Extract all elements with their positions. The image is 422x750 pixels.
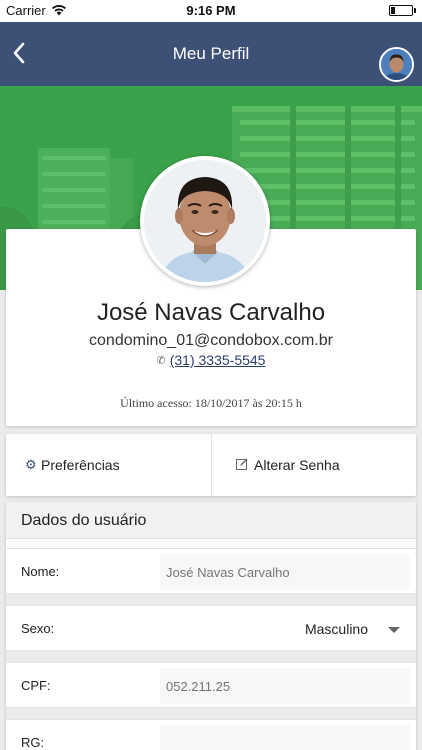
profile-actions: ⚙ Preferências Alterar Senha [6, 434, 416, 496]
battery-tip [414, 8, 416, 13]
battery-icon [389, 5, 413, 16]
profile-email: condomino_01@condobox.com.br [89, 332, 333, 349]
chevron-left-icon [13, 42, 25, 64]
gender-label: Sexo: [21, 621, 55, 636]
preferences-label: Preferências [41, 457, 120, 473]
name-field[interactable] [160, 554, 410, 590]
profile-name: José Navas Carvalho [96, 299, 326, 326]
back-button[interactable] [6, 38, 36, 68]
avatar[interactable] [379, 47, 414, 82]
user-photo-icon [381, 49, 412, 80]
phone-icon: ✆ [156, 355, 166, 367]
field-row-name: Nome: [6, 548, 416, 594]
change-password-label: Alterar Senha [254, 457, 340, 473]
name-label: Nome: [21, 564, 60, 579]
rg-field[interactable] [160, 725, 410, 750]
user-data-section: Dados do usuário Nome: Sexo: Masculino C… [6, 502, 416, 750]
gear-icon: ⚙ [25, 457, 37, 472]
edit-icon [236, 457, 248, 472]
navigation-bar: Meu Perfil [0, 22, 422, 86]
last-access-text: Último acesso: 18/10/2017 às 20:15 h [120, 396, 302, 410]
profile-avatar[interactable] [140, 156, 270, 286]
status-bar: Carrier 9:16 PM [0, 0, 422, 22]
section-header: Dados do usuário [6, 502, 416, 539]
clock: 9:16 PM [186, 3, 236, 18]
rg-label: RG: [21, 735, 45, 750]
phone-link[interactable]: (31) 3335-5545 [170, 352, 266, 368]
user-photo-icon [144, 160, 266, 282]
preferences-button[interactable]: ⚙ Preferências [6, 434, 211, 496]
field-row-gender[interactable]: Sexo: Masculino [6, 605, 416, 651]
profile-phone: ✆ (31) 3335-5545 [6, 352, 416, 368]
field-row-cpf: CPF: [6, 662, 416, 708]
change-password-button[interactable]: Alterar Senha [211, 434, 416, 496]
section-title: Dados do usuário [21, 512, 147, 529]
field-row-rg: RG: [6, 719, 416, 750]
cpf-label: CPF: [21, 678, 51, 693]
page-title: Meu Perfil [172, 44, 250, 63]
cpf-field[interactable] [160, 668, 410, 704]
chevron-down-icon[interactable] [388, 627, 400, 633]
gender-select[interactable]: Masculino [305, 621, 368, 637]
